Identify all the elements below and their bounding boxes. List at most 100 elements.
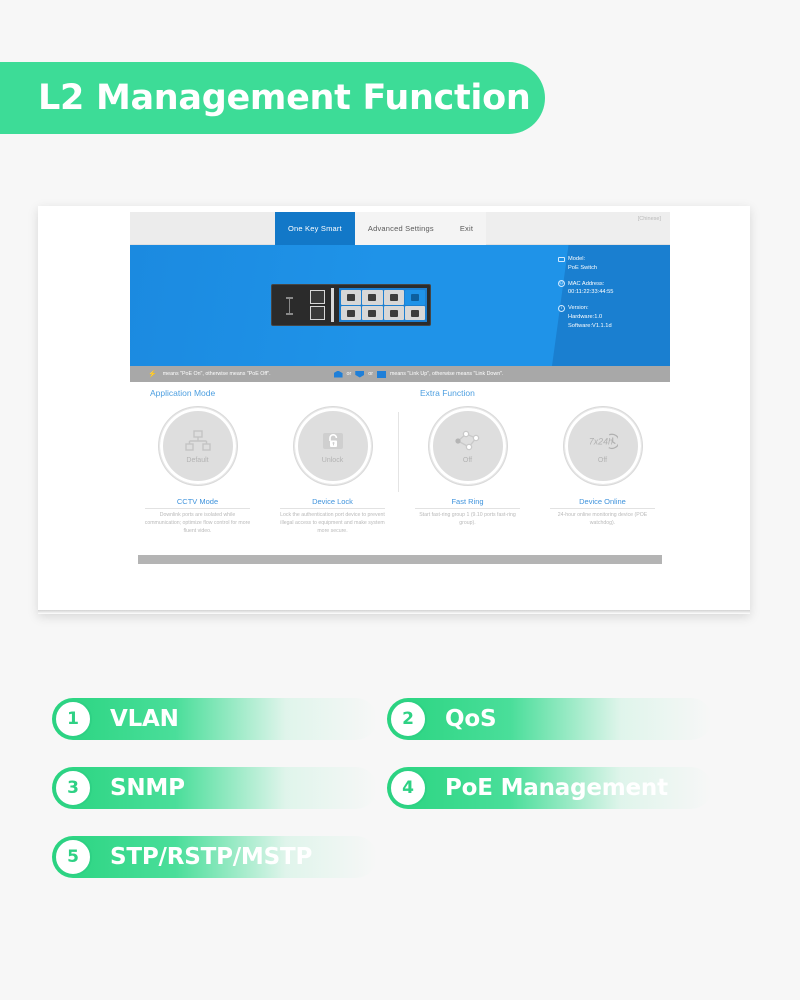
- mac-label: MAC Address:: [568, 280, 605, 287]
- sfp-slot: [310, 290, 325, 304]
- feature-pill-qos[interactable]: 2 QoS: [387, 698, 712, 740]
- link-up-icon: [333, 370, 343, 378]
- rj45-port[interactable]: [383, 290, 404, 305]
- feature-number-badge: 5: [54, 838, 92, 876]
- device-lock-description: Lock the authentication port device to p…: [280, 512, 385, 534]
- feature-row-1: 1 VLAN 2 QoS: [52, 698, 752, 740]
- switch-icon: [558, 256, 565, 263]
- feature-pill-vlan[interactable]: 1 VLAN: [52, 698, 377, 740]
- feature-label-snmp: SNMP: [110, 775, 185, 801]
- sfp-rail: [331, 288, 334, 322]
- rj45-port[interactable]: [341, 290, 362, 305]
- mac-value: 00:11:22:33:44:55: [568, 289, 614, 296]
- cctv-mode-button[interactable]: Default: [158, 407, 237, 485]
- section-title-application-mode: Application Mode: [150, 388, 216, 398]
- function-cell-device-online: 7x24h Off Device Online 24-hour online m…: [535, 407, 670, 535]
- feature-label-qos: QoS: [445, 706, 497, 732]
- feature-label-vlan: VLAN: [110, 706, 179, 732]
- feature-pill-poe-management[interactable]: 4 PoE Management: [387, 767, 712, 809]
- device-online-button[interactable]: 7x24h Off: [563, 407, 642, 485]
- feature-number-badge: 1: [54, 700, 92, 738]
- device-online-description: 24-hour online monitoring device (POE wa…: [557, 512, 648, 526]
- status-legend-bar: ⚡ means "PoE On", otherwise means "PoE O…: [130, 366, 670, 382]
- lightning-bolt-icon: ⚡: [148, 371, 157, 378]
- network-topology-icon: [183, 428, 213, 454]
- fast-ring-title: Fast Ring: [415, 497, 520, 509]
- device-console-stem: [289, 298, 290, 314]
- device-lock-state: Unlock: [321, 457, 344, 464]
- device-online-title: Device Online: [550, 497, 655, 509]
- padlock-open-icon: [318, 428, 348, 454]
- info-circle-icon: i: [558, 304, 565, 312]
- feature-number-badge: 4: [389, 769, 427, 807]
- page-header-banner: L2 Management Function: [0, 62, 545, 134]
- rj45-port[interactable]: [404, 305, 425, 320]
- page-title: L2 Management Function: [38, 78, 531, 118]
- function-panels: Application Mode Extra Function Default …: [130, 382, 670, 557]
- function-cell-fast-ring: Off Fast Ring Start fast-ring group 1 (9…: [400, 407, 535, 535]
- software-version: Software:V1.1.1d: [568, 322, 612, 329]
- tab-one-key-smart[interactable]: One Key Smart: [275, 212, 355, 245]
- navbar-tabs: One Key Smart Advanced Settings Exit: [275, 212, 487, 245]
- version-label: Version:: [568, 305, 589, 312]
- card-bottom-edge: [38, 610, 750, 614]
- navbar-left-spacer: [130, 212, 275, 244]
- screenshot-card: One Key Smart Advanced Settings Exit [Ch…: [38, 206, 750, 614]
- legend-link-text: means "Link Up", otherwise means "Link D…: [389, 371, 504, 377]
- rj45-port-grid: [339, 288, 427, 322]
- feature-row-3: 5 STP/RSTP/MSTP: [52, 836, 752, 878]
- rj45-port[interactable]: [383, 305, 404, 320]
- device-lock-title: Device Lock: [280, 497, 385, 509]
- cctv-mode-description: Downlink ports are isolated while commun…: [144, 512, 251, 534]
- rj45-port-link-up[interactable]: [404, 290, 425, 305]
- cctv-mode-state: Default: [186, 457, 209, 464]
- info-row-model: Model: PoE Switch: [558, 255, 662, 273]
- info-row-version: i Version: Hardware:1.0 Software:V1.1.1d: [558, 304, 662, 330]
- language-switch-link[interactable]: [Chinese]: [638, 216, 661, 222]
- model-value: PoE Switch: [568, 264, 598, 271]
- switch-front-panel-image: [271, 284, 431, 326]
- fast-ring-description: Start fast-ring group 1 (9.10 ports fast…: [419, 512, 516, 526]
- function-cell-cctv-mode: Default CCTV Mode Downlink ports are iso…: [130, 407, 265, 535]
- legend-or-2: or: [368, 371, 373, 377]
- at-sign-icon: @: [558, 280, 565, 288]
- fast-ring-state: Off: [462, 457, 473, 464]
- link-down-shape-icon: [355, 370, 365, 378]
- feature-pill-stp[interactable]: 5 STP/RSTP/MSTP: [52, 836, 377, 878]
- section-title-extra-function: Extra Function: [420, 388, 475, 398]
- ui-navbar: One Key Smart Advanced Settings Exit [Ch…: [130, 212, 670, 245]
- device-hero-panel: Model: PoE Switch @ MAC Address: 00:11:2…: [130, 245, 670, 366]
- info-row-mac: @ MAC Address: 00:11:22:33:44:55: [558, 280, 662, 298]
- feature-row-2: 3 SNMP 4 PoE Management: [52, 767, 752, 809]
- function-button-row: Default CCTV Mode Downlink ports are iso…: [130, 407, 670, 535]
- rj45-port[interactable]: [362, 290, 383, 305]
- clock-7x24h-icon: 7x24h: [588, 428, 618, 454]
- function-cell-device-lock: Unlock Device Lock Lock the authenticati…: [265, 407, 400, 535]
- feature-pill-snmp[interactable]: 3 SNMP: [52, 767, 377, 809]
- link-square-icon: [376, 370, 386, 378]
- device-online-state: Off: [597, 457, 608, 464]
- ui-footer-bar: [138, 555, 662, 564]
- ring-nodes-icon: [453, 428, 483, 454]
- device-console-port: [272, 285, 306, 325]
- sfp-slot-group: [306, 287, 329, 323]
- fast-ring-button[interactable]: Off: [428, 407, 507, 485]
- feature-number-badge: 3: [54, 769, 92, 807]
- tab-advanced-settings[interactable]: Advanced Settings: [354, 212, 447, 245]
- cctv-mode-title: CCTV Mode: [145, 497, 250, 509]
- model-label: Model:: [568, 256, 586, 262]
- device-info-panel: Model: PoE Switch @ MAC Address: 00:11:2…: [558, 255, 662, 338]
- legend-or-1: or: [346, 371, 352, 377]
- feature-list: 1 VLAN 2 QoS 3 SNMP 4 PoE Management 5 S…: [52, 698, 752, 905]
- switch-web-ui: One Key Smart Advanced Settings Exit [Ch…: [130, 212, 670, 580]
- feature-label-poe-management: PoE Management: [445, 775, 668, 801]
- rj45-port[interactable]: [341, 305, 362, 320]
- rj45-port[interactable]: [362, 305, 383, 320]
- sfp-slot: [310, 306, 325, 320]
- tab-exit[interactable]: Exit: [446, 212, 487, 245]
- feature-label-stp: STP/RSTP/MSTP: [110, 844, 313, 870]
- device-lock-button[interactable]: Unlock: [293, 407, 372, 485]
- legend-poe-text: means "PoE On", otherwise means "PoE Off…: [162, 371, 271, 377]
- svg-text:7x24h: 7x24h: [588, 437, 612, 447]
- feature-number-badge: 2: [389, 700, 427, 738]
